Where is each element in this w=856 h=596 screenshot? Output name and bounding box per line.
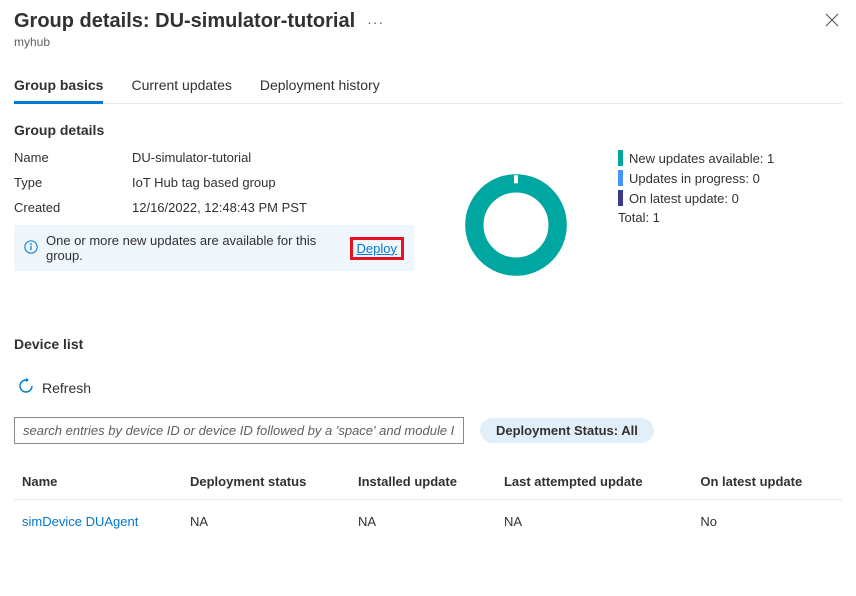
col-on-latest[interactable]: On latest update [692, 464, 842, 500]
legend-swatch [618, 150, 623, 166]
refresh-icon [18, 378, 34, 397]
cell-last-attempted: NA [496, 500, 692, 544]
group-details-heading: Group details [14, 122, 842, 138]
value-created: 12/16/2022, 12:48:43 PM PST [132, 200, 307, 215]
more-icon[interactable]: ··· [367, 14, 384, 30]
col-last-attempted[interactable]: Last attempted update [496, 464, 692, 500]
legend-total: Total: 1 [618, 210, 842, 225]
hub-name: myhub [14, 35, 384, 49]
legend-label: On latest update: 0 [629, 191, 739, 206]
label-name: Name [14, 150, 132, 165]
legend: New updates available: 1 Updates in prog… [618, 150, 842, 225]
close-icon[interactable] [822, 10, 842, 33]
cell-deployment-status: NA [182, 500, 350, 544]
tabs: Group basics Current updates Deployment … [14, 69, 842, 104]
deploy-link[interactable]: Deploy [357, 241, 397, 256]
tab-current-updates[interactable]: Current updates [131, 69, 231, 103]
refresh-label: Refresh [42, 380, 91, 396]
device-link[interactable]: simDevice DUAgent [22, 514, 138, 529]
legend-swatch [618, 190, 623, 206]
cell-on-latest: No [692, 500, 842, 544]
tab-deployment-history[interactable]: Deployment history [260, 69, 380, 103]
legend-label: Updates in progress: 0 [629, 171, 760, 186]
legend-swatch [618, 170, 623, 186]
device-table: Name Deployment status Installed update … [14, 464, 842, 543]
legend-item-progress: Updates in progress: 0 [618, 170, 842, 186]
legend-label: New updates available: 1 [629, 151, 774, 166]
cell-installed-update: NA [350, 500, 496, 544]
deploy-highlight: Deploy [350, 237, 404, 260]
label-type: Type [14, 175, 132, 190]
value-name: DU-simulator-tutorial [132, 150, 251, 165]
value-type: IoT Hub tag based group [132, 175, 276, 190]
donut-chart [446, 150, 586, 280]
table-row: simDevice DUAgent NA NA NA No [14, 500, 842, 544]
col-deployment-status[interactable]: Deployment status [182, 464, 350, 500]
info-banner: One or more new updates are available fo… [14, 225, 414, 271]
page-title: Group details: DU-simulator-tutorial [14, 10, 355, 33]
search-input[interactable] [14, 417, 464, 444]
col-installed-update[interactable]: Installed update [350, 464, 496, 500]
tab-group-basics[interactable]: Group basics [14, 69, 103, 103]
refresh-button[interactable]: Refresh [14, 372, 95, 403]
info-icon [24, 240, 38, 257]
info-banner-text: One or more new updates are available fo… [46, 233, 342, 263]
label-created: Created [14, 200, 132, 215]
device-list-heading: Device list [14, 336, 842, 352]
deployment-status-filter[interactable]: Deployment Status: All [480, 418, 654, 443]
legend-item-latest: On latest update: 0 [618, 190, 842, 206]
col-name[interactable]: Name [14, 464, 182, 500]
legend-item-new: New updates available: 1 [618, 150, 842, 166]
